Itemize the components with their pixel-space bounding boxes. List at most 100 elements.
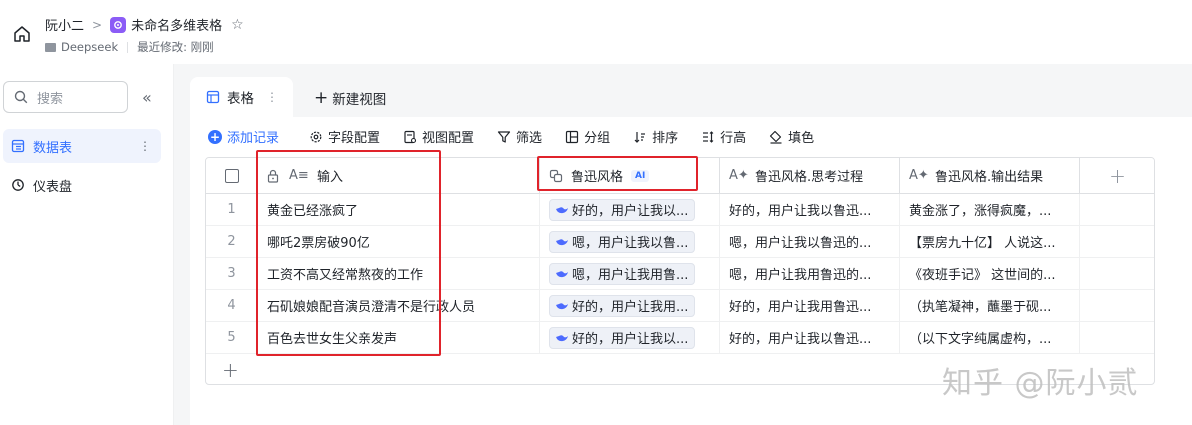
output-cell[interactable]: 【票房九十亿】 人说这... <box>900 226 1080 257</box>
row-number: 4 <box>206 290 258 321</box>
column-name: 鲁迅风格.输出结果 <box>935 170 1044 185</box>
view-toolbar: + 添加记录 字段配置 视图配置 筛选 分组 排序 行高 填色 <box>208 127 837 146</box>
filter-icon <box>497 130 511 143</box>
breadcrumb-owner[interactable]: 阮小二 <box>45 15 84 34</box>
output-cell[interactable]: （执笔凝神，蘸墨于砚... <box>900 290 1080 321</box>
highlight-ai-column-header <box>537 156 698 191</box>
output-cell[interactable]: 黄金涨了，涨得疯魔，... <box>900 194 1080 225</box>
row-number: 5 <box>206 322 258 353</box>
sidebar-item-datatable[interactable]: 数据表 ⋮ <box>3 129 161 163</box>
bitable-icon <box>110 16 127 33</box>
sort-icon <box>634 131 646 143</box>
style-cell[interactable]: 好的，用户让我以... <box>540 194 720 225</box>
row-height-label: 行高 <box>720 131 747 146</box>
top-bar: 阮小二 > 未命名多维表格 ☆ Deepseek 最近修改: 刚刚 <box>0 0 1192 64</box>
style-cell[interactable]: 好的，用户让我用... <box>540 290 720 321</box>
table-view-icon <box>206 90 220 104</box>
view-config-icon <box>404 130 417 143</box>
row-number: 2 <box>206 226 258 257</box>
table-icon <box>11 139 25 153</box>
column-name: 鲁迅风格.思考过程 <box>755 170 864 185</box>
empty-cell <box>1080 226 1154 257</box>
ai-result-chip[interactable]: 好的，用户让我以... <box>549 326 696 349</box>
sidebar-item-label: 仪表盘 <box>33 179 73 195</box>
search-placeholder: 搜索 <box>37 91 64 107</box>
ai-result-chip[interactable]: 嗯，用户让我用鲁... <box>549 262 696 285</box>
view-config-label: 视图配置 <box>422 131 475 146</box>
select-all-cell[interactable] <box>206 158 258 193</box>
fill-color-button[interactable]: 填色 <box>769 127 814 146</box>
deepseek-icon <box>556 270 568 277</box>
dashboard-icon <box>12 179 24 191</box>
filter-button[interactable]: 筛选 <box>497 127 542 146</box>
tab-table[interactable]: 表格 ⋮ <box>190 77 293 117</box>
row-number: 3 <box>206 258 258 289</box>
new-view-label: 新建视图 <box>332 92 387 108</box>
style-cell[interactable]: 好的，用户让我以... <box>540 322 720 353</box>
sidebar-item-label: 数据表 <box>33 140 73 156</box>
watermark: 知乎 @阮小贰 <box>942 366 1139 401</box>
meta-divider <box>127 41 129 53</box>
view-config-button[interactable]: 视图配置 <box>403 127 474 146</box>
add-record-label: 添加记录 <box>227 131 280 146</box>
ai-text-icon: A✦ <box>729 168 749 183</box>
deepseek-icon <box>556 238 568 245</box>
deepseek-icon <box>556 334 568 341</box>
ai-result-chip[interactable]: 嗯，用户让我以鲁... <box>549 230 696 253</box>
new-view-button[interactable]: + 新建视图 <box>314 88 386 108</box>
more-icon[interactable]: ⋮ <box>139 139 151 153</box>
field-config-label: 字段配置 <box>328 131 381 146</box>
fill-color-label: 填色 <box>788 131 815 146</box>
breadcrumb: 阮小二 > 未命名多维表格 ☆ <box>45 15 244 34</box>
empty-cell <box>1080 194 1154 225</box>
thinking-cell[interactable]: 好的，用户让我以鲁迅... <box>720 194 900 225</box>
group-label: 分组 <box>584 131 611 146</box>
output-cell[interactable]: （以下文字纯属虚构，... <box>900 322 1080 353</box>
thinking-cell[interactable]: 好的，用户让我用鲁迅... <box>720 290 900 321</box>
sort-button[interactable]: 排序 <box>633 127 678 146</box>
field-config-button[interactable]: 字段配置 <box>309 127 380 146</box>
sort-label: 排序 <box>652 131 679 146</box>
folder-icon <box>45 42 56 52</box>
row-number: 1 <box>206 194 258 225</box>
last-modified: 最近修改: 刚刚 <box>137 40 214 54</box>
style-cell[interactable]: 嗯，用户让我以鲁... <box>540 226 720 257</box>
collapse-sidebar-icon[interactable]: « <box>142 88 152 107</box>
search-input[interactable]: 搜索 <box>3 81 128 113</box>
add-circle-icon: + <box>208 129 222 144</box>
row-height-icon <box>703 130 714 143</box>
row-height-button[interactable]: 行高 <box>701 127 746 146</box>
chip-text: 好的，用户让我用... <box>572 300 689 315</box>
deepseek-icon <box>556 206 568 213</box>
empty-cell <box>1080 322 1154 353</box>
add-record-button[interactable]: + 添加记录 <box>208 127 279 146</box>
star-icon[interactable]: ☆ <box>231 17 244 33</box>
select-all-checkbox[interactable] <box>224 168 239 183</box>
column-header-output[interactable]: A✦ 鲁迅风格.输出结果 <box>900 158 1080 193</box>
thinking-cell[interactable]: 嗯，用户让我用鲁迅的... <box>720 258 900 289</box>
thinking-cell[interactable]: 嗯，用户让我以鲁迅的... <box>720 226 900 257</box>
doc-meta: Deepseek 最近修改: 刚刚 <box>45 39 214 55</box>
filter-label: 筛选 <box>516 131 543 146</box>
ai-result-chip[interactable]: 好的，用户让我以... <box>549 198 696 221</box>
thinking-cell[interactable]: 好的，用户让我以鲁迅... <box>720 322 900 353</box>
sidebar: 搜索 « 数据表 ⋮ 仪表盘 <box>0 64 174 425</box>
output-cell[interactable]: 《夜班手记》 这世间的... <box>900 258 1080 289</box>
plus-icon: + <box>314 87 329 108</box>
add-column-button[interactable]: + <box>1080 158 1154 193</box>
chip-text: 嗯，用户让我用鲁... <box>572 268 689 283</box>
group-icon <box>565 130 579 143</box>
doc-title[interactable]: 未命名多维表格 <box>131 15 222 34</box>
paint-bucket-icon <box>770 130 782 144</box>
space-name[interactable]: Deepseek <box>61 40 118 54</box>
home-icon[interactable] <box>12 24 32 44</box>
style-cell[interactable]: 嗯，用户让我用鲁... <box>540 258 720 289</box>
tab-more-icon[interactable]: ⋮ <box>266 90 278 104</box>
empty-cell <box>1080 290 1154 321</box>
sidebar-item-dashboard[interactable]: 仪表盘 <box>3 168 161 202</box>
group-button[interactable]: 分组 <box>565 127 610 146</box>
ai-result-chip[interactable]: 好的，用户让我用... <box>549 294 696 317</box>
tab-label: 表格 <box>227 91 254 107</box>
deepseek-icon <box>556 302 568 309</box>
column-header-thinking[interactable]: A✦ 鲁迅风格.思考过程 <box>720 158 900 193</box>
